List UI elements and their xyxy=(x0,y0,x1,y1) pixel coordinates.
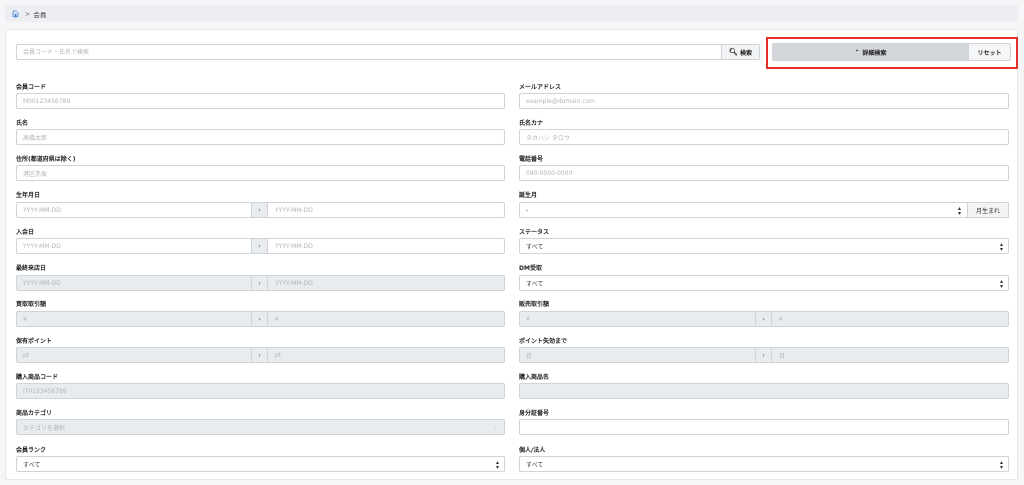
last-visit-label: 最終来店日 xyxy=(16,265,47,272)
chevron-right-icon: › xyxy=(251,311,268,327)
home-icon[interactable]: 🏠︎ xyxy=(11,10,20,18)
rank-label: 会員ランク xyxy=(16,447,47,454)
product-name-input xyxy=(519,383,1009,399)
chevron-right-icon: › xyxy=(251,347,268,363)
entity-label: 個人/法人 xyxy=(519,447,546,454)
last-visit-to-input: › YYYY-MM-DD xyxy=(251,275,505,291)
phone-label: 電話番号 xyxy=(519,156,544,163)
join-date-from-input[interactable]: YYYY-MM-DD xyxy=(16,238,252,254)
id-number-label: 身分証番号 xyxy=(519,410,550,417)
name-label: 氏名 xyxy=(16,120,29,127)
advanced-search-button[interactable]: ⌃ 詳細検索 xyxy=(773,44,968,60)
select-caret-icon: ▴ ▾ xyxy=(495,459,499,471)
birth-month-suffix: 月生まれ xyxy=(967,202,1009,218)
points-to-input: › pt xyxy=(251,347,505,363)
product-name-label: 購入商品名 xyxy=(519,374,550,381)
phone-input[interactable]: 090-0000-0000 xyxy=(519,165,1009,181)
rank-select[interactable]: すべて ▴ ▾ xyxy=(16,456,505,472)
birthdate-from-input[interactable]: YYYY-MM-DD xyxy=(16,202,252,218)
product-code-input: IT0123456789 xyxy=(16,383,505,399)
points-expiry-label: ポイント失効まで xyxy=(519,338,568,345)
category-label: 商品カテゴリ xyxy=(16,410,53,417)
dm-select[interactable]: すべて ▴ ▾ xyxy=(519,275,1009,291)
breadcrumb-current: 会員 xyxy=(33,10,47,19)
birth-month-label: 誕生月 xyxy=(519,192,538,199)
email-label: メールアドレス xyxy=(519,84,562,91)
birth-month-select[interactable]: - ▴ ▾ 月生まれ xyxy=(519,202,1009,218)
sales-amount-to-input: › ¥ xyxy=(755,311,1009,327)
search-icon: 🔍︎ xyxy=(729,48,738,56)
points-from-input: pt xyxy=(16,347,252,363)
breadcrumb: 🏠︎ > 会員 xyxy=(5,5,1018,22)
points-expiry-to-input: › 日 xyxy=(755,347,1009,363)
sales-amount-from-input: ¥ xyxy=(519,311,756,327)
chevron-up-icon: ⌃ xyxy=(854,48,860,56)
chevron-right-icon: › xyxy=(251,202,268,218)
product-code-label: 購入商品コード xyxy=(16,374,59,381)
address-input[interactable]: 港区赤坂 xyxy=(16,165,505,181)
chevron-right-icon: › xyxy=(755,347,772,363)
sales-amount-label: 販売取引額 xyxy=(519,301,550,308)
status-select[interactable]: すべて ▴ ▾ xyxy=(519,238,1009,254)
name-input[interactable]: 高橋太郎 xyxy=(16,129,505,145)
search-button[interactable]: 🔍︎ 検索 xyxy=(721,45,759,59)
birthdate-to-input[interactable]: › YYYY-MM-DD xyxy=(251,202,505,218)
join-date-to-input[interactable]: › YYYY-MM-DD xyxy=(251,238,505,254)
id-number-input[interactable] xyxy=(519,419,1009,435)
keyword-search: 🔍︎ 検索 xyxy=(16,44,760,60)
entity-select[interactable]: すべて ▴ ▾ xyxy=(519,456,1009,472)
points-label: 保有ポイント xyxy=(16,338,53,345)
points-expiry-from-input: 日 xyxy=(519,347,756,363)
name-kana-label: 氏名カナ xyxy=(519,120,544,127)
name-kana-input[interactable]: タカハシ タロウ xyxy=(519,129,1009,145)
reset-button[interactable]: リセット xyxy=(968,44,1010,60)
search-input[interactable] xyxy=(17,45,721,59)
select-caret-icon: ▴ ▾ xyxy=(957,205,961,217)
last-visit-from-input: YYYY-MM-DD xyxy=(16,275,252,291)
select-caret-icon: ▴ ▾ xyxy=(999,278,1003,290)
join-date-label: 入会日 xyxy=(16,229,35,236)
category-select: カテゴリを選択 ⌄ xyxy=(16,419,505,435)
chevron-right-icon: › xyxy=(251,238,268,254)
chevron-right-icon: › xyxy=(251,275,268,291)
breadcrumb-separator: > xyxy=(24,9,31,18)
status-label: ステータス xyxy=(519,229,550,236)
address-label: 住所(都道府県は除く) xyxy=(16,156,76,163)
chevron-right-icon: › xyxy=(755,311,772,327)
email-input[interactable]: example@domain.com xyxy=(519,93,1009,109)
select-caret-icon: ▴ ▾ xyxy=(999,459,1003,471)
select-caret-icon: ▴ ▾ xyxy=(999,241,1003,253)
purchase-amount-from-input: ¥ xyxy=(16,311,252,327)
dm-label: DM受取 xyxy=(519,265,542,272)
advanced-button-group: ⌃ 詳細検索 リセット xyxy=(772,43,1011,61)
member-code-input[interactable]: M00123456789 xyxy=(16,93,505,109)
chevron-down-icon: ⌄ xyxy=(492,423,498,430)
purchase-amount-to-input: › ¥ xyxy=(251,311,505,327)
purchase-amount-label: 買取取引額 xyxy=(16,301,47,308)
member-code-label: 会員コード xyxy=(16,84,47,91)
birthdate-label: 生年月日 xyxy=(16,192,41,199)
